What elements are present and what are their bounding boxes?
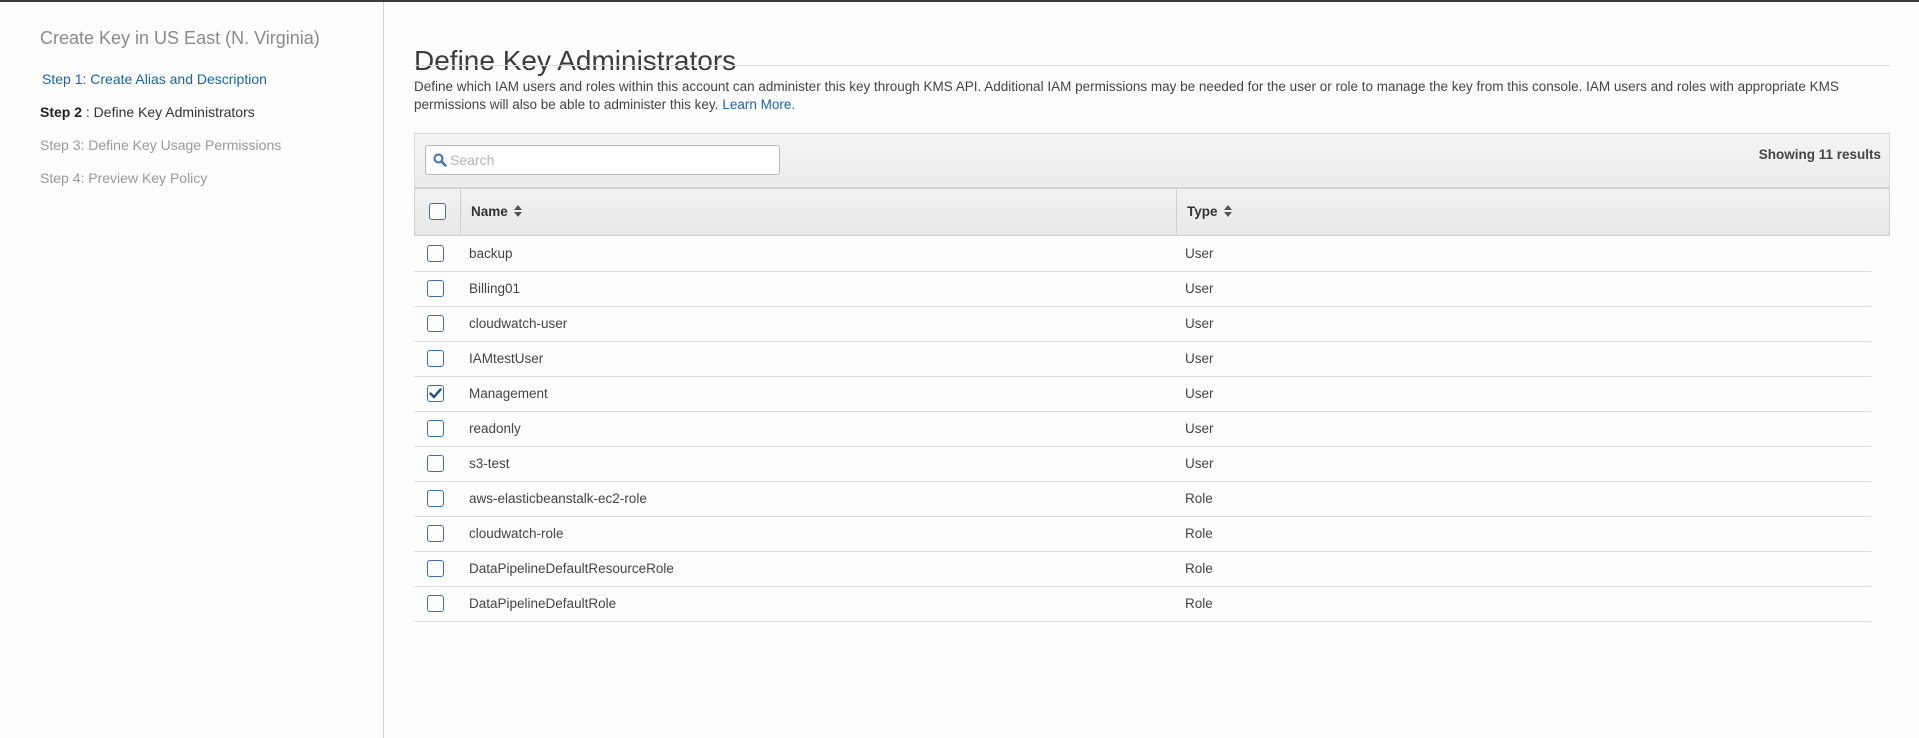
row-name: Billing01 [469, 281, 521, 296]
table-row[interactable]: aws-elasticbeanstalk-ec2-role Role [414, 481, 1871, 517]
row-type: User [1185, 421, 1214, 436]
row-type: User [1185, 351, 1214, 366]
step-2-current: Step 2 : Define Key Administrators [40, 104, 255, 120]
row-name: DataPipelineDefaultRole [469, 596, 617, 611]
row-checkbox[interactable] [427, 595, 444, 612]
column-header-name: Name [461, 189, 1177, 235]
learn-more-link[interactable]: Learn More. [722, 97, 795, 112]
row-name: IAMtestUser [469, 351, 544, 366]
description: Define which IAM users and roles within … [414, 78, 1890, 114]
row-name: DataPipelineDefaultResourceRole [469, 561, 674, 576]
header-select-cell [415, 189, 461, 235]
sort-icon [1223, 205, 1232, 218]
table-row[interactable]: IAMtestUser User [414, 341, 1871, 377]
table-row[interactable]: cloudwatch-role Role [414, 516, 1871, 552]
step-2-label: : Define Key Administrators [82, 104, 255, 120]
step-2-number: Step 2 [40, 104, 83, 120]
page-title: Define Key Administrators [414, 44, 737, 76]
select-all-checkbox[interactable] [429, 203, 446, 220]
table-row[interactable]: DataPipelineDefaultResourceRole Role [414, 551, 1871, 587]
title-divider [414, 65, 1890, 66]
row-name: s3-test [469, 456, 510, 471]
description-text: Define which IAM users and roles within … [414, 79, 1839, 112]
table-row[interactable]: backup User [414, 236, 1871, 272]
row-name: backup [469, 246, 513, 261]
row-type: User [1185, 246, 1214, 261]
results-count: Showing 11 results [1758, 147, 1881, 162]
row-name: Management [469, 386, 548, 401]
row-type: User [1185, 281, 1214, 296]
row-type: Role [1185, 491, 1213, 506]
table-row[interactable]: DataPipelineDefaultRole Role [414, 586, 1871, 622]
row-name: cloudwatch-user [469, 316, 568, 331]
row-checkbox[interactable] [427, 280, 444, 297]
sort-icon [513, 205, 522, 218]
table-row[interactable]: s3-test User [414, 446, 1871, 482]
row-type: User [1185, 456, 1214, 471]
column-name-label: Name [471, 204, 508, 219]
sort-by-type[interactable]: Type [1187, 204, 1232, 219]
row-checkbox[interactable] [427, 490, 444, 507]
row-checkbox[interactable] [427, 560, 444, 577]
column-type-label: Type [1187, 204, 1218, 219]
search-box[interactable] [425, 145, 780, 175]
sidebar: Create Key in US East (N. Virginia) Step… [0, 2, 384, 738]
row-name: readonly [469, 421, 521, 436]
table-row[interactable]: Management User [414, 376, 1871, 412]
table-header: Name Type [414, 188, 1890, 236]
table-row[interactable]: cloudwatch-user User [414, 306, 1871, 342]
row-checkbox[interactable] [427, 420, 444, 437]
row-name: cloudwatch-role [469, 526, 564, 541]
sidebar-title: Create Key in US East (N. Virginia) [40, 28, 320, 48]
row-name: aws-elasticbeanstalk-ec2-role [469, 491, 647, 506]
table-row[interactable]: readonly User [414, 411, 1871, 447]
row-checkbox[interactable] [427, 385, 444, 402]
row-type: Role [1185, 596, 1213, 611]
row-type: User [1185, 386, 1214, 401]
row-checkbox[interactable] [427, 350, 444, 367]
search-input[interactable] [450, 150, 770, 170]
step-3-label: Step 3: Define Key Usage Permissions [40, 137, 282, 153]
step-4-label: Step 4: Preview Key Policy [40, 170, 208, 186]
sort-by-name[interactable]: Name [471, 204, 522, 219]
grid-toolbar: Showing 11 results [414, 133, 1890, 188]
table-row[interactable]: Billing01 User [414, 271, 1871, 307]
row-checkbox[interactable] [427, 245, 444, 262]
search-icon [433, 153, 447, 167]
row-checkbox[interactable] [427, 315, 444, 332]
row-checkbox[interactable] [427, 525, 444, 542]
row-type: User [1185, 316, 1214, 331]
row-checkbox[interactable] [427, 455, 444, 472]
row-type: Role [1185, 561, 1213, 576]
checkmark-icon [429, 388, 442, 399]
column-header-type: Type [1177, 189, 1891, 235]
row-type: Role [1185, 526, 1213, 541]
step-1-link[interactable]: Step 1: Create Alias and Description [42, 71, 267, 87]
